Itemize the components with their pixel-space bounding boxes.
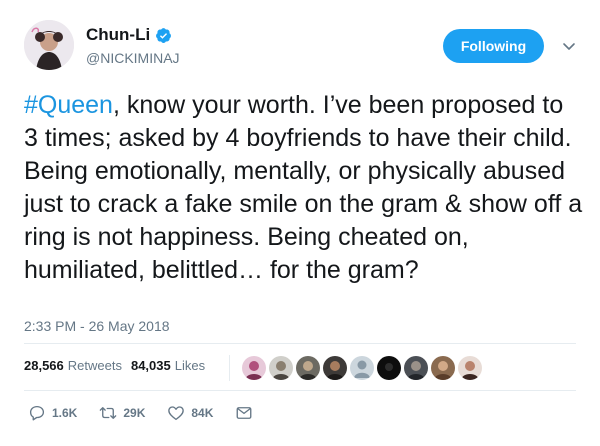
likes-label: Likes bbox=[174, 358, 206, 373]
avatar-image bbox=[24, 20, 74, 70]
divider bbox=[24, 390, 576, 391]
user-handle[interactable]: @NICKIMINAJ bbox=[86, 50, 180, 66]
reply-icon bbox=[29, 405, 45, 421]
following-button[interactable]: Following bbox=[443, 29, 544, 63]
retweets-count: 28,566 bbox=[24, 358, 64, 373]
liker-avatar[interactable] bbox=[458, 356, 482, 380]
retweet-count: 29K bbox=[123, 406, 146, 420]
liker-avatar[interactable] bbox=[377, 356, 401, 380]
liker-avatar[interactable] bbox=[296, 356, 320, 380]
reply-count: 1.6K bbox=[52, 406, 78, 420]
heart-icon bbox=[168, 406, 185, 421]
name-row: Chun-Li bbox=[86, 25, 172, 45]
reply-action[interactable]: 1.6K bbox=[28, 404, 77, 422]
chevron-down-icon[interactable] bbox=[561, 38, 577, 54]
liker-avatar[interactable] bbox=[350, 356, 374, 380]
retweet-action[interactable]: 29K bbox=[99, 404, 145, 422]
liker-avatar[interactable] bbox=[269, 356, 293, 380]
liker-avatar[interactable] bbox=[242, 356, 266, 380]
hashtag-link[interactable]: #Queen bbox=[24, 91, 113, 119]
like-count: 84K bbox=[191, 406, 214, 420]
tweet-body: , know your worth. I’ve been proposed to… bbox=[24, 91, 583, 284]
divider bbox=[24, 343, 576, 344]
tweet-timestamp[interactable]: 2:33 PM - 26 May 2018 bbox=[24, 318, 170, 334]
envelope-icon bbox=[236, 407, 252, 419]
liker-avatar[interactable] bbox=[323, 356, 347, 380]
profile-avatar[interactable] bbox=[24, 20, 74, 70]
retweets-stat[interactable]: 28,566 Retweets bbox=[24, 358, 122, 373]
liker-avatar[interactable] bbox=[431, 356, 455, 380]
like-action[interactable]: 84K bbox=[167, 404, 213, 422]
likes-count: 84,035 bbox=[130, 358, 171, 373]
stats-separator bbox=[229, 355, 230, 381]
retweets-label: Retweets bbox=[67, 358, 122, 373]
tweet-card: Chun-Li @NICKIMINAJ Following #Queen, kn… bbox=[0, 0, 600, 446]
tweet-stats: 28,566 Retweets 84,035 Likes bbox=[24, 358, 214, 373]
verified-badge-icon bbox=[156, 27, 172, 43]
display-name[interactable]: Chun-Li bbox=[86, 25, 150, 45]
direct-message-action[interactable] bbox=[235, 404, 253, 422]
liker-avatars bbox=[242, 356, 485, 380]
tweet-text: #Queen, know your worth. I’ve been propo… bbox=[24, 89, 584, 287]
retweet-icon bbox=[100, 407, 117, 419]
liker-avatar[interactable] bbox=[404, 356, 428, 380]
likes-stat[interactable]: 84,035 Likes bbox=[131, 358, 205, 373]
tweet-actions: 1.6K 29K 84K bbox=[28, 404, 275, 422]
